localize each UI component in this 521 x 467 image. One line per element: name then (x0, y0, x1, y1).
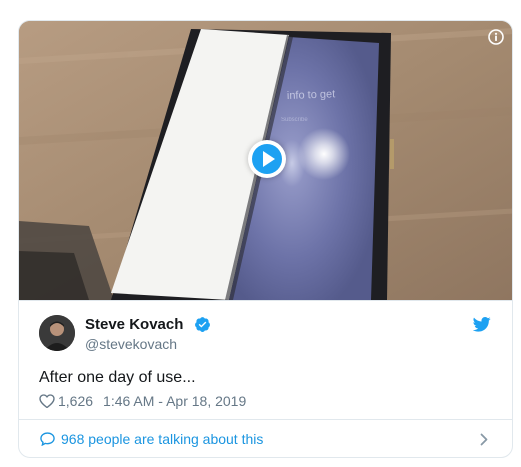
chat-bubble-icon (40, 432, 55, 447)
info-icon[interactable] (488, 29, 504, 45)
twitter-bird-icon[interactable] (472, 317, 491, 332)
verified-badge-icon (194, 316, 211, 333)
tweet-meta: 1,626 1:46 AM - Apr 18, 2019 (39, 393, 246, 411)
tweet-body: Steve Kovach @stevekovach After one day … (19, 300, 512, 419)
play-icon (252, 144, 282, 174)
play-button[interactable] (248, 140, 286, 178)
screen-text-2: Subscribe (281, 117, 308, 123)
embedded-tweet-card: info to get Subscribe Steve Kovach @stev… (18, 20, 513, 458)
chevron-right-icon (480, 433, 488, 446)
like-count[interactable]: 1,626 (58, 393, 93, 409)
user-handle[interactable]: @stevekovach (85, 336, 177, 352)
avatar[interactable] (39, 315, 75, 351)
video-media[interactable]: info to get Subscribe (19, 21, 512, 300)
heart-icon[interactable] (39, 394, 55, 409)
conversation-count-text: 968 people are talking about this (61, 431, 264, 447)
conversation-link[interactable]: 968 people are talking about this (19, 419, 512, 457)
display-name[interactable]: Steve Kovach (85, 316, 183, 333)
tweet-text: After one day of use... (39, 369, 196, 386)
screen-text-1: info to get (287, 88, 336, 102)
tweet-timestamp[interactable]: 1:46 AM - Apr 18, 2019 (103, 393, 246, 409)
